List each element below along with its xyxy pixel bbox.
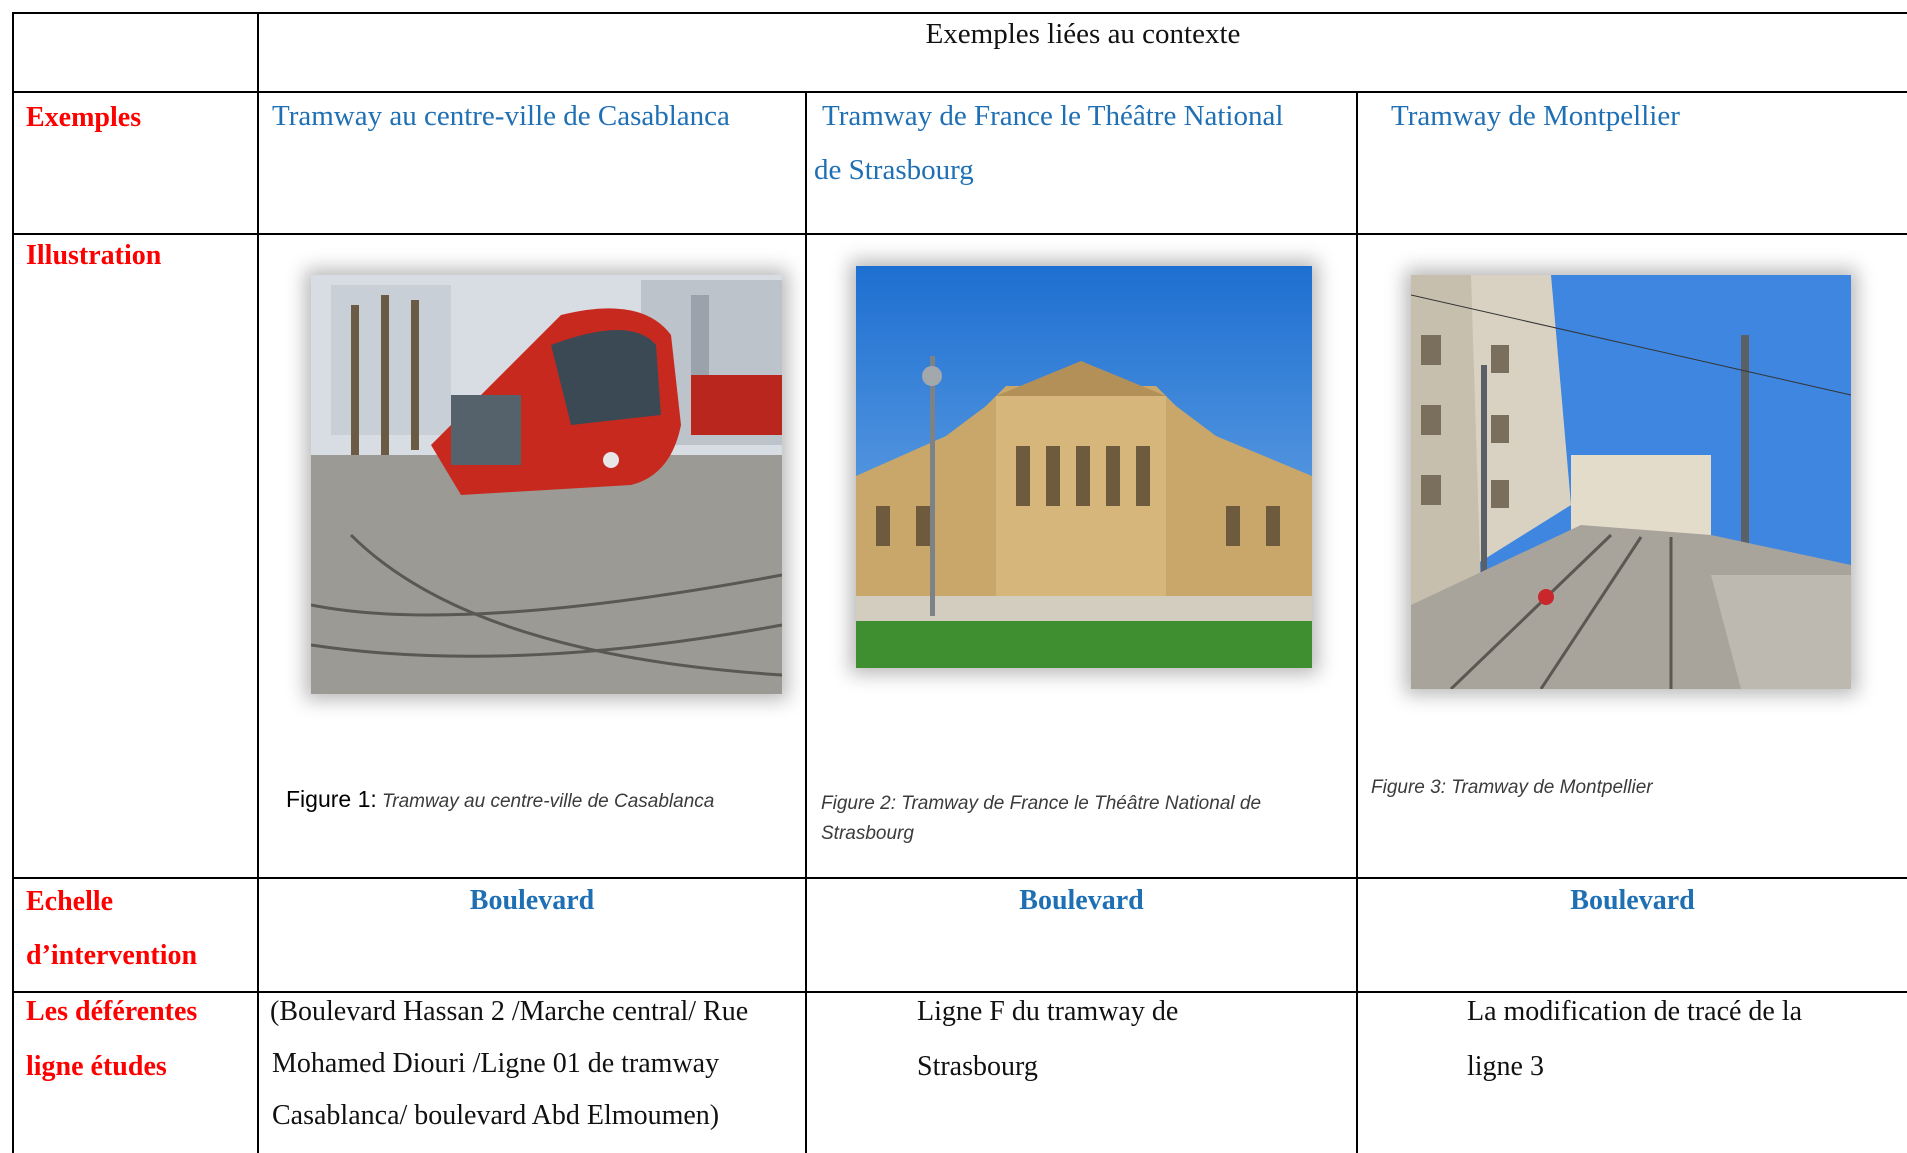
lines-strasbourg-2: Strasbourg [917,1051,1038,1082]
row-divider-2 [12,233,1907,235]
col-divider-1 [257,12,259,1153]
border-left [12,12,14,1153]
row-label-exemples: Exemples [26,102,142,133]
lines-casablanca-3: Casablanca/ boulevard Abd Elmoumen) [272,1100,720,1131]
example-montpellier: Tramway de Montpellier [1391,100,1680,132]
scale-casablanca: Boulevard [469,885,595,916]
theatre-building-photo-graphic [856,266,1312,668]
row-label-echelle-2: d’intervention [26,940,198,971]
figure-1-text: Tramway au centre-ville de Casablanca [382,791,715,812]
figure-2-caption-2: Strasbourg [821,823,914,844]
table-header: Exemples liées au contexte [925,18,1241,50]
lines-montpellier-1: La modification de tracé de la [1467,996,1803,1027]
lines-strasbourg-1: Ligne F du tramway de [917,996,1179,1027]
row-label-lignes-2: ligne études [26,1051,167,1082]
street-tram-tracks-photo [1411,275,1851,689]
lines-casablanca-1: (Boulevard Hassan 2 /Marche central/ Rue [270,996,749,1027]
row-divider-3 [12,877,1907,879]
red-tramway-photo [311,275,782,694]
example-casablanca: Tramway au centre-ville de Casablanca [272,100,730,132]
figure-1-caption: Figure 1: Tramway au centre-ville de Cas… [286,784,714,817]
lines-montpellier-2: ligne 3 [1467,1051,1544,1082]
row-label-lignes: Les déférentes [26,996,198,1027]
street-tram-tracks-photo-graphic [1411,275,1851,689]
row-label-illustration: Illustration [26,240,162,271]
figure-1-prefix: Figure 1: [286,786,377,812]
red-tramway-photo-graphic [311,275,782,694]
row-label-echelle: Echelle [26,886,114,917]
scale-strasbourg: Boulevard [1019,885,1144,916]
figure-3-caption: Figure 3: Tramway de Montpellier [1371,777,1653,798]
example-strasbourg-2: de Strasbourg [814,154,974,186]
col-divider-2 [805,92,807,1153]
example-strasbourg: Tramway de France le Théâtre National [822,100,1284,132]
scale-montpellier: Boulevard [1570,885,1695,916]
theatre-building-photo [856,266,1312,668]
col-divider-3 [1356,92,1358,1153]
figure-2-caption: Figure 2: Tramway de France le Théâtre N… [821,793,1262,814]
lines-casablanca-2: Mohamed Diouri /Ligne 01 de tramway [272,1048,720,1079]
